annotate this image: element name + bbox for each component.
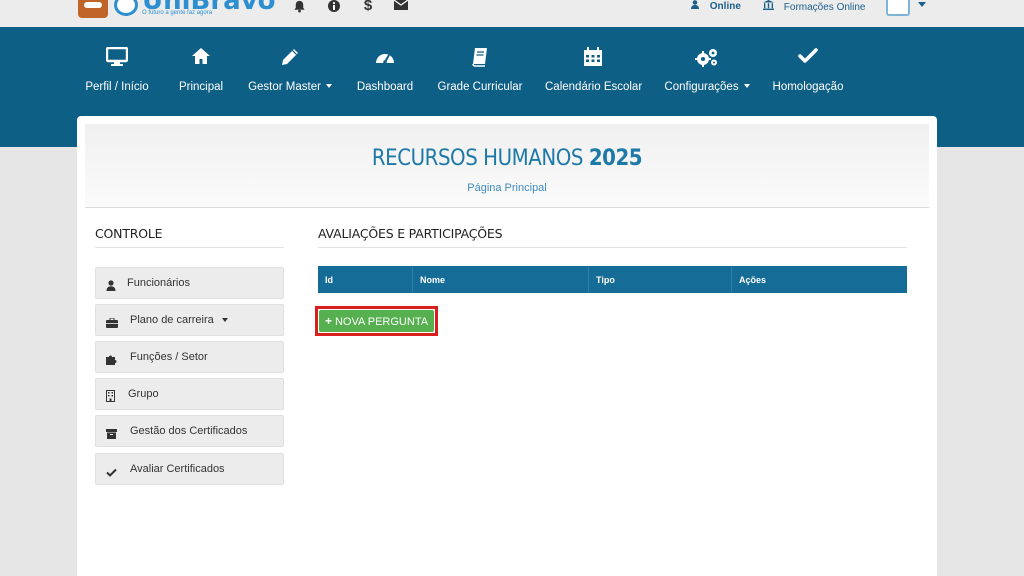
column-header-id[interactable]: Id: [325, 275, 333, 285]
book-icon: [436, 47, 524, 69]
sidebar-title: CONTROLE: [95, 226, 163, 241]
sidebar-item-plano-de-carreira[interactable]: Plano de carreira: [95, 304, 284, 336]
column-header-tipo[interactable]: Tipo: [596, 275, 615, 285]
page-header: RECURSOS HUMANOS 2025 Página Principal: [85, 124, 929, 208]
info-icon[interactable]: [326, 0, 342, 14]
nav-item-principal[interactable]: Principal: [174, 47, 228, 95]
chevron-down-icon[interactable]: [918, 2, 926, 7]
online-status[interactable]: Online: [691, 0, 741, 12]
nav-label: Dashboard: [356, 81, 414, 93]
bell-icon[interactable]: [291, 0, 307, 14]
nav-label: Configurações: [664, 81, 739, 93]
nav-item-gestor-master[interactable]: Gestor Master: [246, 47, 334, 95]
column-header-nome[interactable]: Nome: [420, 275, 445, 285]
dashboard-icon: [354, 47, 416, 69]
user-icon: [106, 278, 118, 291]
nav-label: Homologação: [772, 81, 844, 93]
check-icon: [106, 464, 118, 477]
table-header: Id Nome Tipo Ações: [318, 266, 907, 293]
monitor-icon: [84, 46, 150, 69]
formacoes-online-link[interactable]: Formações Online: [763, 0, 865, 13]
building-icon: [106, 389, 118, 402]
online-label: Online: [709, 1, 741, 12]
page-subtitle[interactable]: Página Principal: [85, 182, 929, 194]
nav-item-configuracoes[interactable]: Configurações: [664, 47, 750, 95]
sidebar-item-label: Funções / Setor: [130, 351, 208, 363]
nav-label: Calendário Escolar: [545, 81, 643, 93]
briefcase-icon: [106, 315, 118, 328]
chevron-down-icon: [743, 83, 750, 88]
sidebar-item-funcionarios[interactable]: Funcionários: [95, 267, 284, 299]
avatar[interactable]: [886, 0, 910, 16]
sidebar-item-label: Plano de carreira: [130, 314, 228, 326]
logo-badge-icon: [114, 0, 138, 16]
sidebar-item-label: Gestão dos Certificados: [130, 425, 248, 437]
mascot-icon: [78, 0, 108, 18]
section-title: AVALIAÇÕES E PARTICIPAÇÕES: [318, 226, 503, 241]
sidebar-item-grupo[interactable]: Grupo: [95, 378, 284, 410]
nav-label: Perfil / Início: [85, 81, 149, 93]
page-title-year: 2025: [588, 146, 643, 171]
nav-item-calendario-escolar[interactable]: Calendário Escolar: [545, 47, 643, 95]
brand-tagline: O futuro a gente faz agora: [142, 10, 213, 16]
nav-item-grade-curricular[interactable]: Grade Curricular: [436, 47, 524, 95]
new-question-button[interactable]: + NOVA PERGUNTA: [319, 310, 434, 332]
nav-label: Principal: [178, 81, 224, 93]
content-panel: RECURSOS HUMANOS 2025 Página Principal C…: [77, 116, 937, 576]
nav-label: Grade Curricular: [437, 81, 523, 93]
top-bar: UniBravo O futuro a gente faz agora $ On…: [0, 0, 1024, 27]
column-divider: [731, 266, 732, 293]
archive-icon: [106, 426, 118, 439]
nav-item-homologacao[interactable]: Homologação: [772, 47, 844, 95]
sidebar-item-label: Funcionários: [127, 277, 190, 289]
nav-label: Gestor Master: [248, 81, 321, 93]
nav-item-perfil-inicio[interactable]: Perfil / Início: [84, 46, 150, 95]
dollar-icon[interactable]: $: [360, 0, 376, 14]
check-icon: [772, 47, 844, 69]
sidebar-item-gestao-certificados[interactable]: Gestão dos Certificados: [95, 415, 284, 447]
divider: [95, 247, 284, 248]
sidebar-item-avaliar-certificados[interactable]: Avaliar Certificados: [95, 453, 284, 485]
page-title: RECURSOS HUMANOS 2025: [127, 146, 887, 171]
sidebar-item-label: Grupo: [128, 388, 159, 400]
sidebar-item-funcoes-setor[interactable]: Funções / Setor: [95, 341, 284, 373]
nav-item-dashboard[interactable]: Dashboard: [354, 47, 416, 95]
sidebar-item-label: Avaliar Certificados: [130, 463, 225, 475]
pencil-icon: [246, 47, 334, 69]
column-divider: [588, 266, 589, 293]
puzzle-icon: [106, 352, 118, 365]
calendar-icon: [545, 47, 641, 69]
chevron-down-icon: [221, 318, 228, 323]
gears-icon: [664, 47, 750, 69]
user-icon: [691, 0, 702, 12]
sidebar-item-text: Plano de carreira: [130, 314, 214, 326]
page-title-main: RECURSOS HUMANOS: [371, 146, 584, 171]
divider: [318, 247, 907, 248]
brand-logo[interactable]: UniBravo O futuro a gente faz agora: [78, 0, 276, 22]
envelope-icon[interactable]: [393, 0, 409, 14]
institution-icon: [763, 0, 777, 13]
formacoes-label: Formações Online: [783, 2, 866, 13]
home-icon: [174, 47, 228, 69]
column-header-acoes[interactable]: Ações: [739, 275, 766, 285]
chevron-down-icon: [325, 83, 332, 88]
plus-icon: +: [324, 314, 332, 328]
column-divider: [412, 266, 413, 293]
new-question-label: NOVA PERGUNTA: [334, 316, 429, 328]
